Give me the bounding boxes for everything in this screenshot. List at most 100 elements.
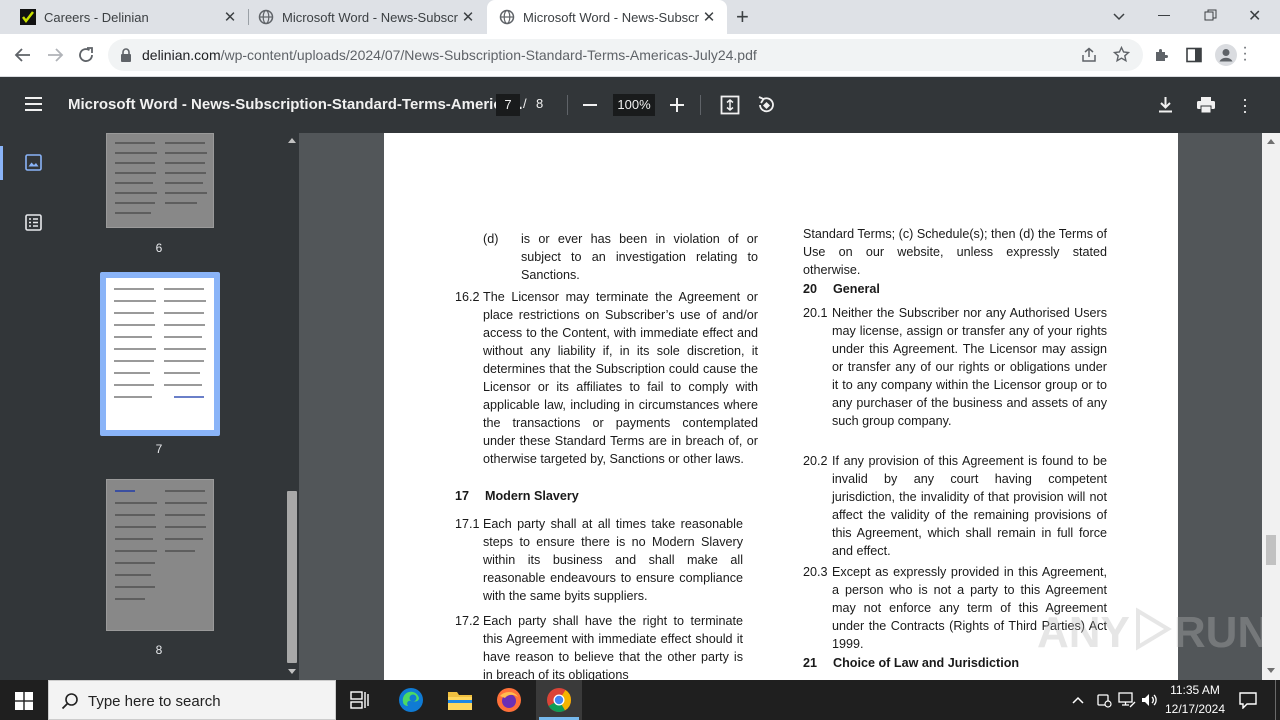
browser-toolbar: delinian.com/wp-content/uploads/2024/07/… <box>0 34 1280 77</box>
window-close-icon[interactable]: ✕ <box>1248 6 1261 26</box>
section-number: 17 <box>455 489 470 503</box>
restore-icon[interactable] <box>1204 9 1217 22</box>
windows-start-icon[interactable] <box>15 692 33 710</box>
reload-icon[interactable] <box>77 46 95 64</box>
new-tab-button[interactable]: + <box>736 4 749 30</box>
tab-search-chevron-icon[interactable] <box>1112 10 1126 24</box>
section-number: 21 <box>803 656 818 670</box>
tab-title: Careers - Delinian <box>44 9 149 25</box>
zoom-in-icon[interactable] <box>670 98 684 112</box>
page-number-input[interactable]: 7 <box>496 94 520 116</box>
print-icon[interactable] <box>1196 96 1216 114</box>
fit-page-icon[interactable] <box>720 95 740 115</box>
notification-center-icon[interactable] <box>1239 691 1257 709</box>
active-view-indicator <box>0 146 3 180</box>
delinian-favicon-icon <box>20 9 36 25</box>
watermark-text-left: ANY <box>1037 608 1130 657</box>
profile-avatar-icon[interactable] <box>1214 43 1238 67</box>
back-arrow-icon[interactable] <box>14 47 32 63</box>
firefox-icon[interactable] <box>496 687 522 713</box>
clause-number: 20.3 <box>803 565 828 579</box>
bookmark-star-icon[interactable] <box>1113 46 1130 63</box>
scroll-down-arrow-icon[interactable] <box>1267 668 1275 673</box>
tab-strip: Careers - Delinian ✕ Microsoft Word - Ne… <box>0 0 1280 34</box>
zoom-level-input[interactable]: 100% <box>613 94 655 116</box>
chrome-taskbar-button[interactable] <box>536 680 582 720</box>
minimize-icon[interactable] <box>1158 15 1170 16</box>
close-tab-icon[interactable]: ✕ <box>699 8 719 26</box>
section-heading: General <box>833 282 880 296</box>
clause-number: 17.1 <box>455 517 480 531</box>
tab-pdf-1[interactable]: Microsoft Word - News-Subscription-Stand… <box>238 0 486 34</box>
show-desktop-strip[interactable] <box>1275 680 1276 720</box>
clause-number: 16.2 <box>455 290 480 304</box>
taskbar-search-box[interactable]: Type here to search <box>48 680 336 720</box>
file-explorer-icon[interactable] <box>447 688 473 712</box>
forward-arrow-icon[interactable] <box>46 47 64 63</box>
rotate-icon[interactable] <box>756 95 776 115</box>
clock-time[interactable]: 11:35 AM <box>1162 683 1228 697</box>
document-scrollbar[interactable] <box>1262 133 1280 680</box>
close-tab-icon[interactable]: ✕ <box>220 8 240 26</box>
search-icon <box>61 693 78 710</box>
document-title: Microsoft Word - News-Subscription-Stand… <box>68 96 523 113</box>
clause-number: (d) <box>483 232 499 246</box>
anyrun-watermark: ANY RUN <box>1037 607 1262 658</box>
document-scroll-thumb[interactable] <box>1266 535 1276 565</box>
edge-browser-icon[interactable] <box>398 687 424 713</box>
network-status-icon[interactable] <box>1096 692 1112 708</box>
search-placeholder: Type here to search <box>88 693 221 710</box>
scroll-down-arrow-icon[interactable] <box>288 669 296 674</box>
page-thumbnail-6[interactable] <box>106 133 214 228</box>
thumbnail-label: 6 <box>155 241 163 255</box>
sidebar-scrollbar[interactable] <box>285 133 299 680</box>
pdf-toolbar: Microsoft Word - News-Subscription-Stand… <box>0 77 1280 133</box>
clause-text: If any provision of this Agreement is fo… <box>832 454 1107 558</box>
clock-date[interactable]: 12/17/2024 <box>1162 702 1228 716</box>
chrome-icon <box>547 688 571 713</box>
tab-title: Microsoft Word - News-Subscription-Stand… <box>282 9 458 25</box>
tab-pdf-active[interactable]: Microsoft Word - News-Subscription-Stand… <box>487 0 727 34</box>
clause-text: Each party shall have the right to termi… <box>483 614 743 680</box>
thumbnail-label: 7 <box>155 442 163 456</box>
thumbnail-label: 8 <box>155 643 163 657</box>
toolbar-divider <box>700 95 701 115</box>
page-total: 8 <box>536 96 544 111</box>
volume-icon[interactable] <box>1141 692 1159 708</box>
tab-title: Microsoft Word - News-Subscription-Stand… <box>523 9 699 25</box>
clause-number: 20.1 <box>803 306 828 320</box>
page-thumbnail-8[interactable] <box>106 479 214 631</box>
scroll-up-arrow-icon[interactable] <box>288 138 296 143</box>
browser-menu-icon[interactable]: · · · <box>1240 40 1250 68</box>
watermark-text-right: RUN <box>1173 608 1262 657</box>
globe-icon <box>258 9 274 25</box>
sidebar-scroll-thumb[interactable] <box>287 491 297 663</box>
tab-careers[interactable]: Careers - Delinian ✕ <box>0 0 248 34</box>
address-bar[interactable]: delinian.com/wp-content/uploads/2024/07/… <box>108 39 1143 71</box>
document-viewport[interactable]: (d) is or ever has been in violation of … <box>299 133 1262 680</box>
zoom-out-icon[interactable] <box>583 104 597 106</box>
side-panel-icon[interactable] <box>1186 47 1202 63</box>
ethernet-icon[interactable] <box>1118 692 1136 708</box>
clause-number: 17.2 <box>455 614 480 628</box>
play-triangle-icon <box>1135 607 1172 651</box>
show-hidden-icons-chevron-icon[interactable] <box>1072 695 1084 705</box>
more-actions-icon[interactable]: · · · <box>1241 90 1249 120</box>
menu-hamburger-icon[interactable] <box>25 97 42 111</box>
close-tab-icon[interactable]: ✕ <box>458 8 478 26</box>
extensions-puzzle-icon[interactable] <box>1153 47 1170 64</box>
page-thumbnail-7[interactable] <box>106 278 214 430</box>
section-number: 20 <box>803 282 818 296</box>
thumbnail-sidebar: 6 7 8 <box>0 133 285 680</box>
share-icon[interactable] <box>1081 47 1097 63</box>
pdf-page: (d) is or ever has been in violation of … <box>384 133 1178 680</box>
outline-view-icon[interactable] <box>25 214 42 231</box>
download-icon[interactable] <box>1158 96 1173 113</box>
task-view-icon[interactable] <box>350 691 370 709</box>
clause-text: Each party shall at all times take reaso… <box>483 517 743 603</box>
section-heading: Choice of Law and Jurisdiction <box>833 656 1020 670</box>
scroll-up-arrow-icon[interactable] <box>1267 139 1275 144</box>
clause-text: Neither the Subscriber nor any Authorise… <box>832 306 1107 428</box>
thumbnails-view-icon[interactable] <box>25 154 42 171</box>
lock-icon[interactable] <box>120 48 132 62</box>
